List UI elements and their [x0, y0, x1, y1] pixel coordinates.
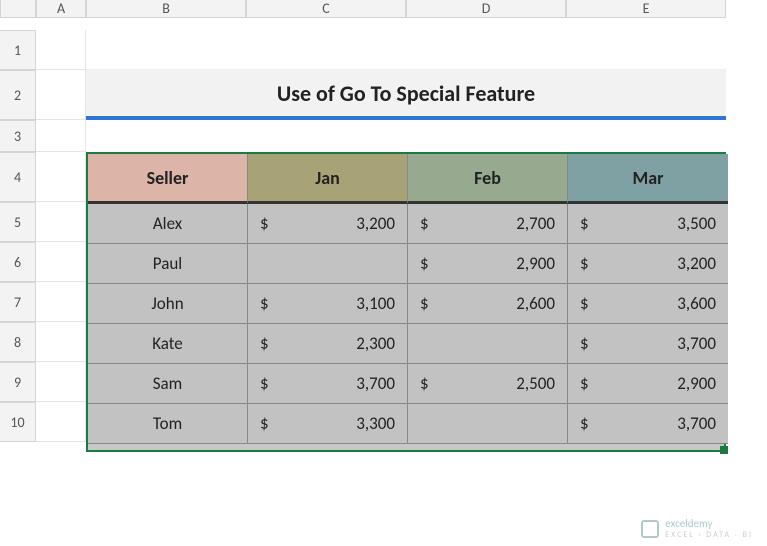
- table-row-seller[interactable]: John: [88, 284, 248, 324]
- page-title: Use of Go To Special Feature: [86, 70, 726, 120]
- table-cell-jan[interactable]: $3,300: [248, 404, 408, 444]
- table-cell-feb[interactable]: [408, 404, 568, 444]
- table-cell-jan[interactable]: $2,300: [248, 324, 408, 364]
- select-all-corner[interactable]: [0, 0, 36, 18]
- watermark: exceldemy EXCEL · DATA · BI: [641, 517, 753, 540]
- currency-symbol: $: [260, 413, 269, 434]
- currency-symbol: $: [260, 293, 269, 314]
- row-header-9[interactable]: 9: [0, 362, 36, 402]
- header-mar[interactable]: Mar: [568, 154, 728, 204]
- table-cell-feb[interactable]: $2,900: [408, 244, 568, 284]
- cell-B3-E3[interactable]: [86, 120, 726, 152]
- exceldemy-logo-icon: [641, 520, 659, 538]
- currency-symbol: $: [580, 213, 589, 234]
- col-header-E[interactable]: E: [566, 0, 726, 18]
- row-header-6[interactable]: 6: [0, 242, 36, 282]
- table-row-seller[interactable]: Kate: [88, 324, 248, 364]
- cell-A4[interactable]: [36, 152, 86, 202]
- table-row-seller[interactable]: Sam: [88, 364, 248, 404]
- currency-symbol: $: [260, 373, 269, 394]
- cell-A9[interactable]: [36, 362, 86, 402]
- table-cell-mar[interactable]: $3,500: [568, 204, 728, 244]
- selected-range[interactable]: Seller Jan Feb Mar Alex$3,200$2,700$3,50…: [86, 152, 726, 452]
- currency-value: 2,900: [677, 373, 716, 394]
- table-cell-jan[interactable]: [248, 244, 408, 284]
- row-header-3[interactable]: 3: [0, 120, 36, 152]
- currency-value: 3,200: [356, 213, 395, 234]
- currency-value: 3,700: [677, 413, 716, 434]
- currency-symbol: $: [580, 293, 589, 314]
- cell-A8[interactable]: [36, 322, 86, 362]
- currency-value: 2,900: [516, 253, 555, 274]
- table-cell-jan[interactable]: $3,700: [248, 364, 408, 404]
- currency-value: 3,100: [356, 293, 395, 314]
- row-header-7[interactable]: 7: [0, 282, 36, 322]
- currency-value: 2,300: [356, 333, 395, 354]
- currency-value: 3,500: [677, 213, 716, 234]
- currency-symbol: $: [580, 333, 589, 354]
- header-seller[interactable]: Seller: [88, 154, 248, 204]
- watermark-brand: exceldemy: [665, 517, 712, 530]
- row-header-8[interactable]: 8: [0, 322, 36, 362]
- cell-A1[interactable]: [36, 30, 86, 70]
- cell-A6[interactable]: [36, 242, 86, 282]
- col-header-A[interactable]: A: [36, 0, 86, 18]
- selection-handle[interactable]: [720, 446, 728, 454]
- currency-value: 2,700: [516, 213, 555, 234]
- table-cell-feb[interactable]: $2,500: [408, 364, 568, 404]
- col-header-D[interactable]: D: [406, 0, 566, 18]
- cell-A10[interactable]: [36, 402, 86, 442]
- cell-A3[interactable]: [36, 120, 86, 152]
- table-cell-jan[interactable]: $3,200: [248, 204, 408, 244]
- currency-symbol: $: [420, 293, 429, 314]
- row-header-1[interactable]: 1: [0, 30, 36, 70]
- table-cell-jan[interactable]: $3,100: [248, 284, 408, 324]
- table-row-seller[interactable]: Tom: [88, 404, 248, 444]
- table-cell-mar[interactable]: $3,600: [568, 284, 728, 324]
- table-row-seller[interactable]: Paul: [88, 244, 248, 284]
- currency-value: 3,700: [677, 333, 716, 354]
- currency-symbol: $: [260, 213, 269, 234]
- row-header-4[interactable]: 4: [0, 152, 36, 202]
- row-header-2[interactable]: 2: [0, 70, 36, 120]
- row-header-10[interactable]: 10: [0, 402, 36, 442]
- currency-symbol: $: [260, 333, 269, 354]
- col-header-C[interactable]: C: [246, 0, 406, 18]
- cell-A2[interactable]: [36, 70, 86, 120]
- table-cell-feb[interactable]: [408, 324, 568, 364]
- col-header-B[interactable]: B: [86, 0, 246, 18]
- currency-symbol: $: [420, 373, 429, 394]
- table-cell-mar[interactable]: $3,700: [568, 324, 728, 364]
- currency-value: 3,700: [356, 373, 395, 394]
- table-row-seller[interactable]: Alex: [88, 204, 248, 244]
- table-cell-feb[interactable]: $2,700: [408, 204, 568, 244]
- currency-value: 3,600: [677, 293, 716, 314]
- table-cell-mar[interactable]: $2,900: [568, 364, 728, 404]
- table-cell-mar[interactable]: $3,200: [568, 244, 728, 284]
- cell-A5[interactable]: [36, 202, 86, 242]
- table-cell-mar[interactable]: $3,700: [568, 404, 728, 444]
- row-header-5[interactable]: 5: [0, 202, 36, 242]
- currency-value: 2,600: [516, 293, 555, 314]
- watermark-tag: EXCEL · DATA · BI: [665, 530, 753, 540]
- currency-value: 3,300: [356, 413, 395, 434]
- currency-value: 3,200: [677, 253, 716, 274]
- cell-B1-E1[interactable]: [86, 30, 726, 70]
- currency-symbol: $: [420, 253, 429, 274]
- table-cell-feb[interactable]: $2,600: [408, 284, 568, 324]
- cell-A7[interactable]: [36, 282, 86, 322]
- header-feb[interactable]: Feb: [408, 154, 568, 204]
- currency-symbol: $: [580, 373, 589, 394]
- currency-value: 2,500: [516, 373, 555, 394]
- currency-symbol: $: [420, 213, 429, 234]
- currency-symbol: $: [580, 253, 589, 274]
- currency-symbol: $: [580, 413, 589, 434]
- header-jan[interactable]: Jan: [248, 154, 408, 204]
